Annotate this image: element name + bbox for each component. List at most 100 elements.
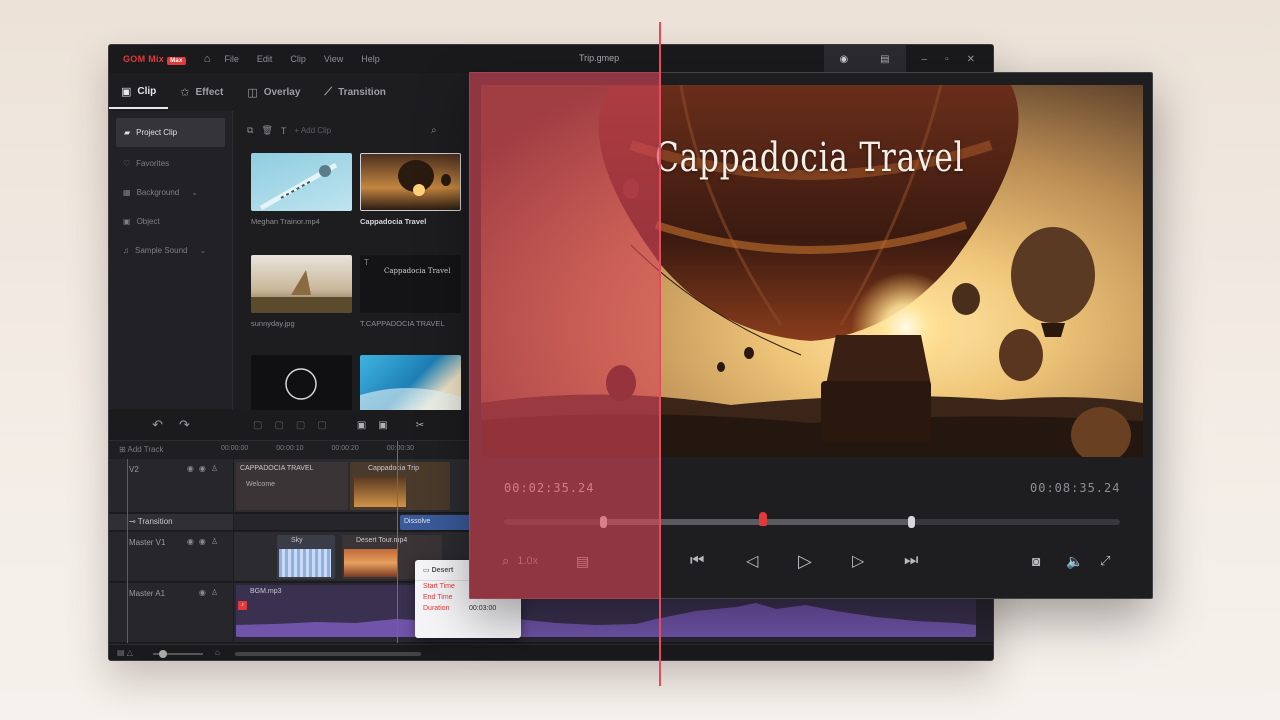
landscape-graphic bbox=[251, 270, 352, 313]
balloon-graphic bbox=[398, 160, 451, 196]
maximize-icon[interactable]: ▫ bbox=[945, 54, 949, 65]
playhead[interactable] bbox=[397, 441, 398, 643]
document-title: Trip.gmep bbox=[579, 53, 620, 63]
zoom-icon[interactable]: ▤ △ bbox=[117, 648, 133, 657]
thumbnail-label: sunnyday.jpg bbox=[251, 319, 295, 328]
preview-seek-bar[interactable] bbox=[504, 512, 1120, 528]
delete-icon[interactable]: 🗑 bbox=[261, 125, 272, 136]
menu-clip[interactable]: Clip bbox=[290, 54, 306, 64]
transition-track-icon: ⊸ bbox=[129, 517, 138, 526]
app-logo: GOM Mix Max bbox=[123, 54, 186, 65]
tool-icon[interactable]: ▢ bbox=[296, 420, 305, 431]
volume-icon[interactable]: 🔈 bbox=[1066, 549, 1083, 573]
thumbnail-label: Meghan Trainor.mp4 bbox=[251, 217, 320, 226]
tool-icon[interactable]: ▢ bbox=[274, 420, 283, 431]
skip-end-icon[interactable]: ⏭ bbox=[904, 549, 918, 573]
circle-graphic bbox=[285, 368, 317, 400]
menu-bar: File Edit Clip View Help bbox=[224, 54, 379, 64]
object-icon: ▣ bbox=[123, 217, 131, 226]
heart-icon: ♡ bbox=[123, 159, 131, 168]
fit-icon[interactable]: ⌂ bbox=[215, 648, 220, 657]
play-icon[interactable]: ▷ bbox=[798, 549, 812, 573]
snapshot-icon[interactable]: ◙ bbox=[1032, 549, 1040, 573]
tooltip-row: Duration 00:03:00 bbox=[423, 605, 497, 612]
safe-area-icon[interactable]: ▤ bbox=[576, 549, 589, 573]
current-time: 00:02:35.24 bbox=[504, 481, 595, 495]
thumbnail-cappadocia[interactable] bbox=[360, 153, 461, 211]
tab-overlay[interactable]: ◫ Overlay bbox=[235, 75, 312, 109]
step-back-icon[interactable]: ◁ bbox=[746, 549, 758, 573]
zoom-control[interactable]: ⌕ 1.0x bbox=[502, 549, 538, 573]
video-title-overlay: Cappadocia Travel bbox=[655, 135, 965, 181]
skip-start-icon[interactable]: ⏮ bbox=[690, 549, 704, 573]
detach-icon[interactable]: ⤢ bbox=[1100, 549, 1110, 573]
title-bar: GOM Mix Max ⌂ File Edit Clip View Help Tr… bbox=[109, 45, 993, 73]
minimize-icon[interactable]: – bbox=[922, 54, 928, 65]
record-icon[interactable]: ◉ bbox=[839, 54, 848, 65]
snapshot-icon[interactable]: ▣ bbox=[357, 420, 366, 431]
thumbnail-beach[interactable] bbox=[360, 355, 461, 413]
track-visibility-icons[interactable]: ◉◉♙ bbox=[187, 464, 223, 473]
title-bar-right: ◉ ▤ – ▫ ✕ bbox=[823, 45, 994, 73]
tab-transition[interactable]: ⟋ Transition bbox=[312, 75, 398, 109]
zoom-slider[interactable] bbox=[153, 650, 203, 658]
background-icon: ▦ bbox=[123, 188, 131, 197]
sidebar-item-project-clip[interactable]: ▰ Project Clip bbox=[116, 118, 225, 147]
thumbnail-inner-text: Cappadocia Travel bbox=[384, 267, 451, 275]
thumbnail-title-text[interactable]: T Cappadocia Travel bbox=[360, 255, 461, 313]
home-icon[interactable]: ⌂ bbox=[204, 53, 211, 65]
sidebar-item-sample-sound[interactable]: ♫ Sample Sound ⌄ bbox=[109, 236, 232, 265]
compare-divider[interactable] bbox=[659, 22, 661, 686]
sky-clip[interactable]: Sky bbox=[277, 535, 335, 579]
beach-graphic bbox=[360, 387, 461, 413]
add-clip-button[interactable]: + Add Clip bbox=[294, 126, 331, 135]
text-icon[interactable]: T bbox=[281, 126, 287, 136]
tab-effect[interactable]: ✩ Effect bbox=[168, 75, 235, 109]
dissolve-transition[interactable]: Dissolve bbox=[400, 515, 470, 530]
logo-badge: Max bbox=[167, 57, 186, 65]
audio-marker-icon: ♪ bbox=[238, 601, 247, 610]
text-icon: T bbox=[364, 258, 369, 267]
chevron-down-icon: ⌄ bbox=[191, 188, 198, 197]
trip-clip[interactable]: Cappadocia Trip bbox=[350, 462, 450, 510]
menu-view[interactable]: View bbox=[324, 54, 343, 64]
tool-icon[interactable]: ▢ bbox=[317, 420, 326, 431]
video-preview[interactable]: Cappadocia Travel bbox=[481, 85, 1143, 457]
tool-icon[interactable]: ▢ bbox=[253, 420, 262, 431]
add-track-button[interactable]: ⊞ Add Track bbox=[119, 445, 164, 454]
thumbnail-meghan[interactable] bbox=[251, 153, 352, 211]
track-visibility-icons[interactable]: ◉◉♙ bbox=[187, 537, 223, 546]
preview-playhead[interactable] bbox=[758, 512, 767, 526]
library-search[interactable]: ⌕ bbox=[431, 125, 437, 136]
export-icon[interactable]: ▤ bbox=[880, 54, 889, 65]
desert-clip-thumb bbox=[344, 549, 398, 577]
close-icon[interactable]: ✕ bbox=[967, 54, 975, 65]
undo-icon[interactable]: ↶ bbox=[152, 417, 163, 433]
step-forward-icon[interactable]: ▷ bbox=[852, 549, 864, 573]
clip-icon: ▣ bbox=[121, 85, 132, 98]
sidebar-item-object[interactable]: ▣ Object bbox=[109, 207, 232, 236]
range-end-handle[interactable] bbox=[907, 516, 915, 528]
search-icon: ⌕ bbox=[431, 125, 437, 136]
sidebar-item-background[interactable]: ▦ Background ⌄ bbox=[109, 178, 232, 207]
marker-icon[interactable]: ▣ bbox=[378, 420, 387, 431]
preview-controls: ⌕ 1.0x ▤ ⏮ ◁ ▷ ▷ ⏭ ◙ 🔈 ⤢ bbox=[470, 549, 1152, 579]
title-tools: ◉ ▤ bbox=[823, 45, 906, 73]
menu-help[interactable]: Help bbox=[361, 54, 380, 64]
menu-edit[interactable]: Edit bbox=[257, 54, 273, 64]
tab-clip[interactable]: ▣ Clip bbox=[109, 75, 169, 109]
thumbnail-sunnyday[interactable] bbox=[251, 255, 352, 313]
horizontal-scrollbar[interactable] bbox=[235, 652, 421, 656]
text-clip[interactable]: CAPPADOCIA TRAVEL Welcome bbox=[236, 462, 348, 510]
sidebar-item-favorites[interactable]: ♡ Favorites bbox=[109, 149, 232, 178]
redo-icon[interactable]: ↷ bbox=[179, 417, 190, 433]
thumbnail-circle[interactable] bbox=[251, 355, 352, 413]
range-start-handle[interactable] bbox=[599, 516, 607, 528]
menu-file[interactable]: File bbox=[224, 54, 239, 64]
import-icon[interactable]: ⧉ bbox=[247, 125, 253, 136]
track-visibility-icons[interactable]: ◉♙ bbox=[199, 588, 223, 597]
window-controls: – ▫ ✕ bbox=[922, 54, 976, 65]
zoom-icon: ⌕ bbox=[502, 553, 510, 568]
main-tabs: ▣ Clip ✩ Effect ◫ Overlay ⟋ Transition bbox=[109, 75, 469, 109]
scissors-icon[interactable]: ✂ bbox=[416, 420, 424, 431]
